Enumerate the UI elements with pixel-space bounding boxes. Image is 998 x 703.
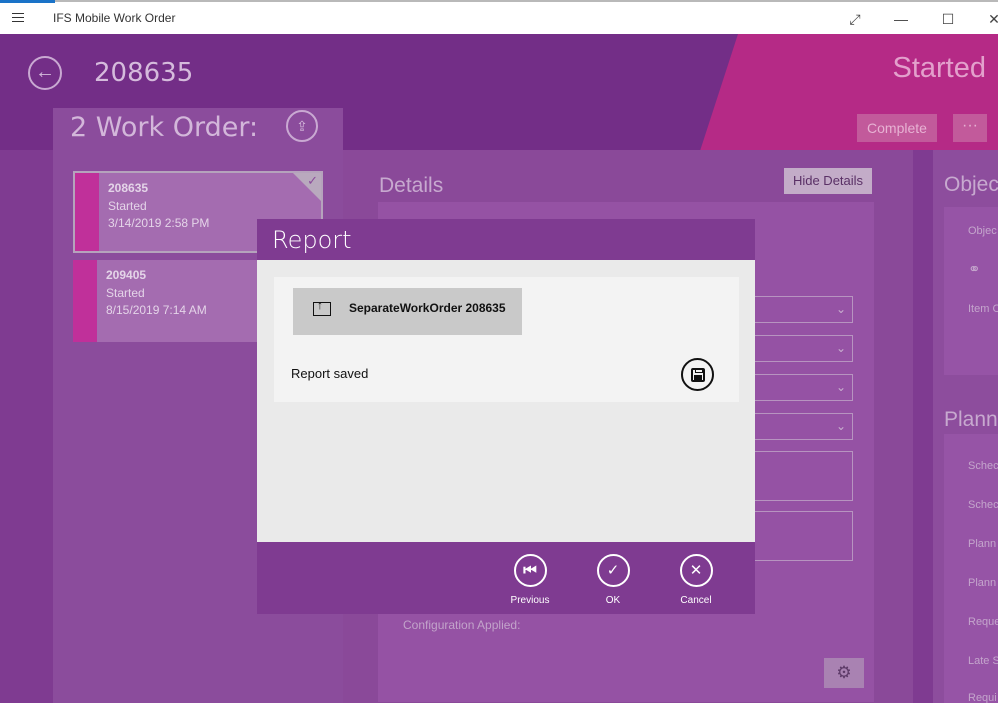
chevron-down-icon: ⌄ (835, 419, 846, 433)
upload-icon[interactable]: ⇪ (286, 110, 318, 142)
chevron-down-icon: ⌄ (835, 341, 846, 355)
link-icon[interactable]: ⚭ (968, 260, 981, 278)
report-name: SeparateWorkOrder 208635 (349, 301, 506, 315)
details-dropdown[interactable]: ⌄ (752, 413, 853, 440)
work-order-status: Started (106, 286, 145, 300)
dialog-title: Report (272, 226, 352, 254)
ok-button[interactable]: ✓ OK (583, 554, 643, 606)
window-titlebar: IFS Mobile Work Order ⤢ — ☐ ✕ (0, 0, 998, 34)
work-order-card-stripe (75, 173, 99, 251)
hide-details-button[interactable]: Hide Details (784, 168, 872, 194)
planning-field-label: Requi (968, 692, 997, 703)
report-panel: SeparateWorkOrder 208635 Report saved (274, 277, 739, 402)
cancel-label: Cancel (680, 595, 712, 606)
chevron-down-icon: ⌄ (835, 302, 846, 316)
item-label: Item C (968, 303, 998, 315)
details-dropdown[interactable]: ⌄ (752, 335, 853, 362)
gear-icon[interactable]: ⚙ (824, 658, 864, 688)
work-order-status: Started (108, 199, 147, 213)
details-dropdown[interactable]: ⌄ (752, 296, 853, 323)
planning-field-label: Reque (968, 616, 998, 628)
minimize-button[interactable]: — (890, 8, 912, 30)
hamburger-menu-icon[interactable] (12, 13, 24, 25)
more-options-button[interactable]: ··· (953, 114, 987, 142)
details-text-field[interactable] (752, 511, 853, 561)
planning-field-label: Plann (968, 538, 997, 550)
checkmark-icon: ✓ (596, 554, 630, 587)
report-saved-status: Report saved (291, 366, 369, 381)
object-label: Objec (968, 225, 997, 237)
work-order-card-stripe (73, 260, 97, 342)
work-order-number: 208635 (108, 181, 149, 195)
object-heading: Objec (944, 173, 998, 196)
complete-button[interactable]: Complete (857, 114, 937, 142)
dialog-footer: ⏮ Previous ✓ OK ✕ Cancel (257, 542, 755, 614)
configuration-applied-label: Configuration Applied: (403, 618, 521, 632)
page-title: 208635 (94, 58, 194, 88)
details-title: Details (379, 174, 444, 197)
dialog-header: Report (257, 219, 755, 260)
previous-icon: ⏮ (513, 554, 547, 587)
titlebar-accent (0, 0, 55, 3)
chevron-down-icon: ⌄ (835, 380, 846, 394)
open-report-icon (313, 298, 331, 316)
app-title: IFS Mobile Work Order (53, 11, 176, 25)
close-icon: ✕ (679, 554, 713, 587)
work-order-number: 209405 (106, 268, 147, 282)
work-order-list-title: 2 Work Order: (70, 112, 259, 143)
work-order-date: 3/14/2019 2:58 PM (108, 216, 210, 230)
planning-heading: Plann (944, 408, 998, 431)
open-report-button[interactable]: SeparateWorkOrder 208635 (293, 288, 522, 335)
status-label: Started (892, 52, 987, 84)
details-text-field[interactable] (752, 451, 853, 501)
back-arrow-icon[interactable]: ← (28, 56, 62, 90)
maximize-button[interactable]: ☐ (937, 8, 959, 30)
cancel-button[interactable]: ✕ Cancel (666, 554, 726, 606)
report-dialog: Report SeparateWorkOrder 208635 Report s… (257, 219, 755, 614)
previous-label: Previous (510, 595, 550, 606)
details-dropdown[interactable]: ⌄ (752, 374, 853, 401)
planning-field-label: Plann (968, 577, 997, 589)
checkmark-icon: ✓ (307, 173, 318, 188)
ok-label: OK (605, 595, 621, 606)
planning-field-label: Late S (968, 655, 998, 667)
previous-button[interactable]: ⏮ Previous (500, 554, 560, 606)
planning-field-label: Schec (968, 499, 998, 511)
work-order-date: 8/15/2019 7:14 AM (106, 303, 207, 317)
close-window-button[interactable]: ✕ (983, 8, 998, 30)
dialog-body: SeparateWorkOrder 208635 Report saved (257, 260, 755, 542)
save-icon[interactable] (681, 358, 714, 391)
planning-field-label: Schec (968, 460, 998, 472)
fullscreen-icon[interactable]: ⤢ (844, 8, 866, 30)
